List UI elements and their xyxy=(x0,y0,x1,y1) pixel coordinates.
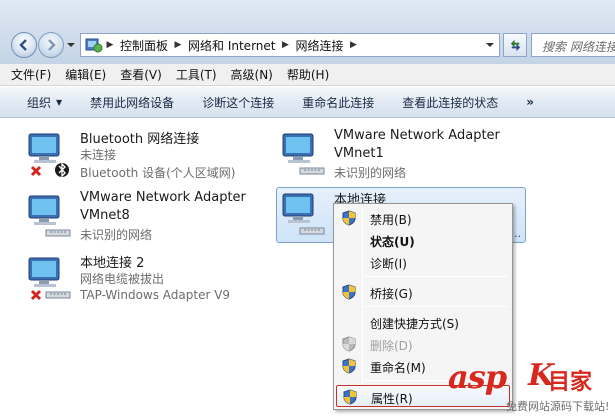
organize-label: 组织 xyxy=(27,95,52,110)
connection-status: 未识别的网络 xyxy=(80,228,153,242)
crumb-separator[interactable]: ▶ xyxy=(171,40,185,50)
connection-name: VMware Network Adapter xyxy=(80,190,246,205)
control-panel-icon xyxy=(85,38,103,53)
menu-item-create-shortcut[interactable]: 创建快捷方式(S) xyxy=(336,311,510,333)
menu-item-label: 桥接(G) xyxy=(370,287,413,301)
diagnose-connection-button[interactable]: 诊断这个连接 xyxy=(202,94,274,111)
disable-device-button[interactable]: 禁用此网络设备 xyxy=(90,94,174,111)
close-icon xyxy=(30,289,42,301)
watermark-brand: asp xyxy=(448,358,507,396)
menu-view[interactable]: 查看(V) xyxy=(120,66,162,83)
menu-separator xyxy=(364,306,508,307)
menu-edit[interactable]: 编辑(E) xyxy=(65,66,106,83)
command-bar: 组织 ▼ 禁用此网络设备 诊断这个连接 重命名此连接 查看此连接的状态 » xyxy=(0,87,615,118)
connection-status: 网络电缆被拔出 xyxy=(80,272,165,286)
network-adapter-icon xyxy=(28,257,71,301)
menu-item-label: 诊断(I) xyxy=(370,257,407,271)
menu-item-diagnose[interactable]: 诊断(I) xyxy=(336,251,510,273)
connection-device: Bluetooth 设备(个人区域网) xyxy=(80,166,236,180)
refresh-icon xyxy=(510,39,520,51)
connection-local-2[interactable]: 本地连接 2 网络电缆被拔出 TAP-Windows Adapter V9 xyxy=(26,252,266,308)
menu-separator xyxy=(364,276,508,277)
crumb-control-panel[interactable]: 控制面板 xyxy=(117,37,171,54)
arrow-left-icon xyxy=(19,39,27,51)
crumb-network-connections[interactable]: 网络连接 xyxy=(292,37,346,54)
menu-item-delete[interactable]: 删除(D) xyxy=(336,333,510,355)
menu-bar: 文件(F) 编辑(E) 查看(V) 工具(T) 高级(N) 帮助(H) xyxy=(0,64,615,86)
connection-status: 未连接 xyxy=(80,148,117,162)
uac-shield-icon xyxy=(342,284,356,300)
connection-bluetooth[interactable]: Bluetooth 网络连接 未连接 Bluetooth 设备(个人区域网) xyxy=(26,128,266,184)
uac-shield-icon xyxy=(342,358,356,374)
recent-pages-dropdown[interactable] xyxy=(66,40,76,50)
crumb-network-internet[interactable]: 网络和 Internet xyxy=(185,37,278,54)
watermark-subtitle: 免费网站源码下载站! xyxy=(506,400,610,413)
search-input[interactable]: 搜索 网络连接 xyxy=(531,33,615,57)
menu-item-disable[interactable]: 禁用(B) xyxy=(336,207,510,229)
connection-name: Bluetooth 网络连接 xyxy=(80,132,200,147)
menu-item-label: 状态(U) xyxy=(370,235,415,249)
crumb-separator[interactable]: ▶ xyxy=(347,40,361,50)
chevron-down-icon: ▼ xyxy=(56,97,63,107)
connection-vmnet1[interactable]: VMware Network Adapter VMnet1 未识别的网络 xyxy=(280,128,520,184)
menu-item-label: 重命名(M) xyxy=(370,361,426,375)
network-adapter-icon xyxy=(28,195,71,237)
more-commands-button[interactable]: » xyxy=(526,95,534,109)
crumb-separator[interactable]: ▶ xyxy=(103,40,117,50)
menu-item-label: 删除(D) xyxy=(370,339,413,353)
close-icon xyxy=(30,165,42,177)
uac-shield-icon xyxy=(342,336,356,352)
connection-device: TAP-Windows Adapter V9 xyxy=(80,288,231,302)
menu-item-bridge[interactable]: 桥接(G) xyxy=(336,281,510,303)
refresh-button[interactable] xyxy=(503,33,527,57)
connection-name-line2: VMnet8 xyxy=(80,208,130,223)
organize-button[interactable]: 组织 ▼ xyxy=(27,94,62,111)
connection-name-line2: VMnet1 xyxy=(334,146,384,161)
menu-item-label: 创建快捷方式(S) xyxy=(370,317,459,331)
arrow-right-icon xyxy=(48,39,56,51)
menu-advanced[interactable]: 高级(N) xyxy=(231,66,273,83)
uac-shield-icon xyxy=(343,389,357,405)
connection-name: VMware Network Adapter xyxy=(334,128,500,143)
menu-item-label: 禁用(B) xyxy=(370,213,412,227)
rename-connection-button[interactable]: 重命名此连接 xyxy=(302,94,374,111)
menu-tools[interactable]: 工具(T) xyxy=(176,66,217,83)
network-adapter-icon xyxy=(282,133,325,175)
watermark-logo: asp K 目家 免费网站源码下载站! xyxy=(448,358,615,416)
address-box[interactable]: ▶ 控制面板 ▶ 网络和 Internet ▶ 网络连接 ▶ xyxy=(80,33,500,57)
connection-vmnet8[interactable]: VMware Network Adapter VMnet8 未识别的网络 xyxy=(26,190,266,246)
address-bar-region: ▶ 控制面板 ▶ 网络和 Internet ▶ 网络连接 ▶ 搜索 网络连接 xyxy=(0,0,615,64)
watermark-cn: 目家 xyxy=(548,370,593,395)
menu-help[interactable]: 帮助(H) xyxy=(287,66,329,83)
back-button[interactable] xyxy=(11,32,37,58)
uac-shield-icon xyxy=(342,210,356,226)
crumb-separator[interactable]: ▶ xyxy=(278,40,292,50)
network-adapter-icon xyxy=(28,133,69,178)
connection-status: 未识别的网络 xyxy=(334,166,407,180)
chevron-down-icon[interactable] xyxy=(485,40,495,50)
menu-file[interactable]: 文件(F) xyxy=(11,66,51,83)
view-status-button[interactable]: 查看此连接的状态 xyxy=(402,94,498,111)
forward-button[interactable] xyxy=(38,32,64,58)
menu-item-status[interactable]: 状态(U) xyxy=(336,229,510,251)
search-placeholder: 搜索 网络连接 xyxy=(542,40,615,54)
menu-item-label: 属性(R) xyxy=(371,392,413,406)
connection-name: 本地连接 2 xyxy=(80,256,145,271)
network-adapter-icon xyxy=(282,193,325,235)
